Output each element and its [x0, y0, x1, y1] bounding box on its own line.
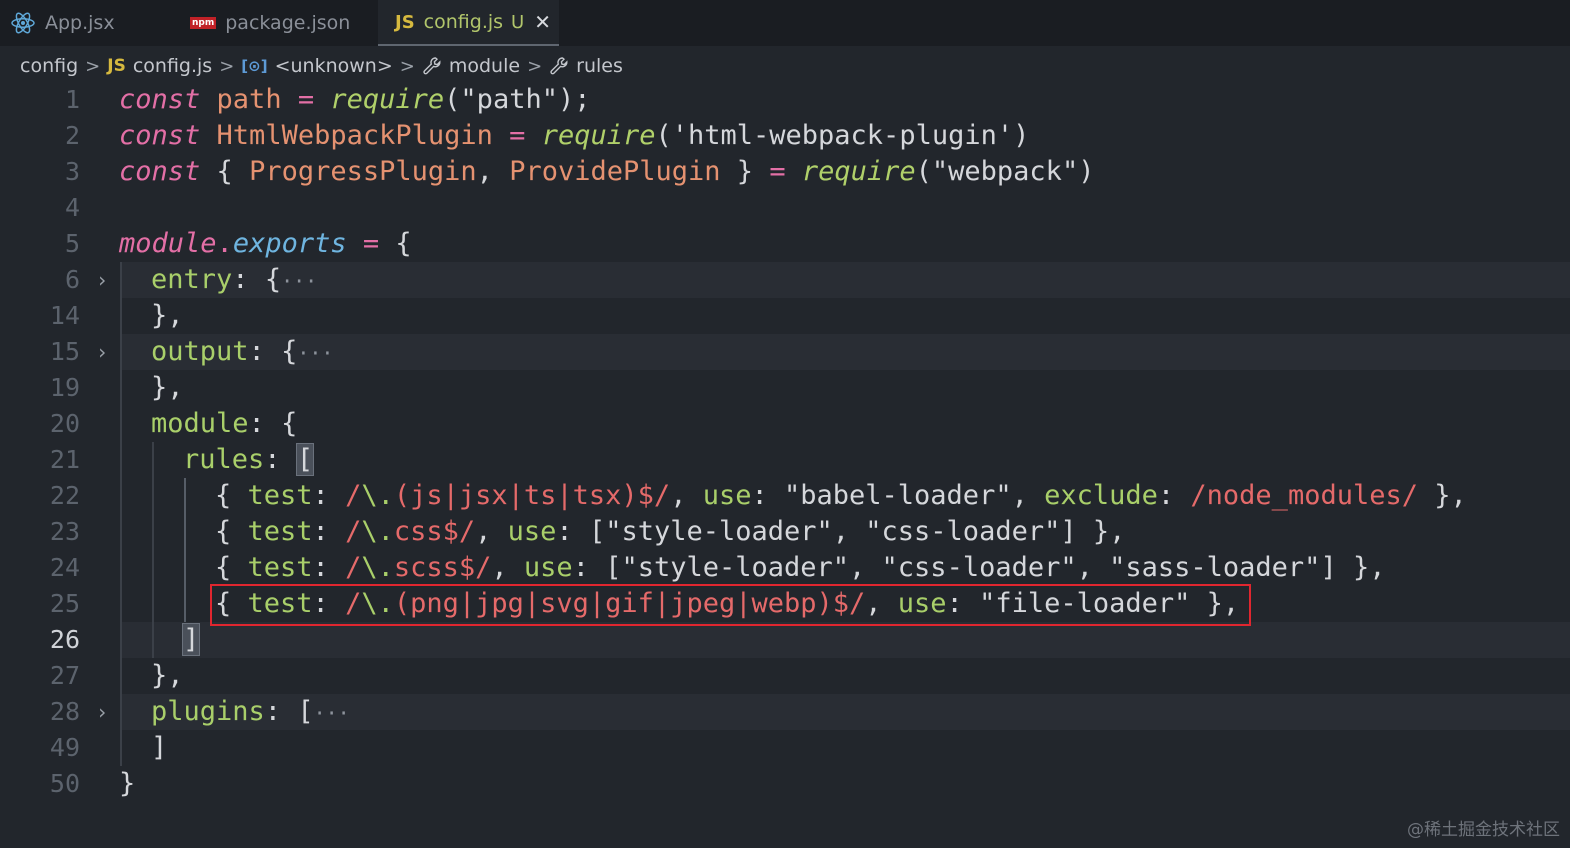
js-icon: JS — [107, 56, 126, 76]
breadcrumb-symbol-module[interactable]: module — [449, 55, 520, 77]
line-number: 5 — [64, 229, 80, 258]
react-icon — [10, 11, 36, 35]
code-line: 15 › output: {··· — [0, 334, 1570, 370]
chevron-right-icon[interactable]: › — [94, 694, 110, 730]
line-number: 20 — [49, 409, 80, 438]
code-line: 6 › entry: {··· — [0, 262, 1570, 298]
chevron-right-icon: > — [527, 55, 543, 77]
code-editor[interactable]: 1 const path = require("path"); 2 const … — [0, 82, 1570, 812]
chevron-right-icon: > — [219, 55, 235, 77]
code-line: 23 { test: /\.css$/, use: ["style-loader… — [0, 514, 1570, 550]
code-line: 49 ] — [0, 730, 1570, 766]
line-number: 27 — [49, 661, 80, 690]
line-number: 50 — [49, 769, 80, 798]
line-number: 3 — [64, 157, 80, 186]
breadcrumb-file[interactable]: config.js — [133, 55, 212, 77]
wrench-icon — [422, 56, 442, 76]
code-line: 24 { test: /\.scss$/, use: ["style-loade… — [0, 550, 1570, 586]
line-number: 1 — [64, 85, 80, 114]
variable-symbol-icon: [⊙] — [241, 57, 268, 75]
line-number: 21 — [49, 445, 80, 474]
tab-config-js[interactable]: JS config.js U ✕ — [378, 0, 559, 46]
code-line: 2 const HtmlWebpackPlugin = require('htm… — [0, 118, 1570, 154]
chevron-right-icon[interactable]: › — [94, 334, 110, 370]
line-number: 19 — [49, 373, 80, 402]
watermark: @稀土掘金技术社区 — [1407, 820, 1560, 840]
line-number: 14 — [49, 301, 80, 330]
breadcrumb-symbol-rules[interactable]: rules — [576, 55, 623, 77]
editor-tab-bar: App.jsx npm package.json JS config.js U … — [0, 0, 1570, 46]
breadcrumb-symbol-unknown[interactable]: <unknown> — [275, 55, 393, 77]
js-icon: JS — [395, 11, 415, 33]
line-number: 6 — [64, 265, 80, 294]
tab-app-jsx[interactable]: App.jsx — [0, 0, 172, 46]
line-number: 28 — [49, 697, 80, 726]
line-number: 25 — [49, 589, 80, 618]
code-line-current: 26 ] — [0, 622, 1570, 658]
code-line: 14 }, — [0, 298, 1570, 334]
close-icon[interactable]: ✕ — [534, 10, 551, 34]
npm-icon: npm — [190, 17, 217, 29]
matching-bracket: [ — [295, 443, 315, 476]
code-line: 20 module: { — [0, 406, 1570, 442]
folded-ellipsis[interactable]: ··· — [297, 341, 333, 365]
code-line: 4 — [0, 190, 1570, 226]
code-line: 50 } — [0, 766, 1570, 802]
tab-label: App.jsx — [45, 12, 115, 34]
code-line: 3 const { ProgressPlugin, ProvidePlugin … — [0, 154, 1570, 190]
tab-label: config.js — [423, 11, 504, 33]
chevron-right-icon: > — [85, 55, 101, 77]
code-line: 1 const path = require("path"); — [0, 82, 1570, 118]
line-number-current: 26 — [49, 625, 80, 654]
code-line: 21 rules: [ — [0, 442, 1570, 478]
chevron-right-icon[interactable]: › — [94, 262, 110, 298]
tab-package-json[interactable]: npm package.json — [176, 0, 376, 46]
code-line: 28 › plugins: [··· — [0, 694, 1570, 730]
code-line: 5 module.exports = { — [0, 226, 1570, 262]
line-number: 4 — [64, 193, 80, 222]
matching-bracket: ] — [181, 623, 201, 656]
code-line: 22 { test: /\.(js|jsx|ts|tsx)$/, use: "b… — [0, 478, 1570, 514]
line-number: 15 — [49, 337, 80, 366]
breadcrumb: config > JS config.js > [⊙] <unknown> > … — [20, 52, 623, 80]
line-number: 24 — [49, 553, 80, 582]
untracked-status-badge: U — [511, 11, 525, 33]
line-number: 23 — [49, 517, 80, 546]
chevron-right-icon: > — [399, 55, 415, 77]
line-number: 49 — [49, 733, 80, 762]
line-number: 22 — [49, 481, 80, 510]
line-number: 2 — [64, 121, 80, 150]
code-line: 27 }, — [0, 658, 1570, 694]
folded-ellipsis[interactable]: ··· — [281, 269, 317, 293]
folded-ellipsis[interactable]: ··· — [314, 701, 350, 725]
highlight-annotation-box — [210, 584, 1251, 626]
breadcrumb-folder[interactable]: config — [20, 55, 78, 77]
wrench-icon — [549, 56, 569, 76]
code-line: 19 }, — [0, 370, 1570, 406]
tab-label: package.json — [225, 12, 351, 34]
